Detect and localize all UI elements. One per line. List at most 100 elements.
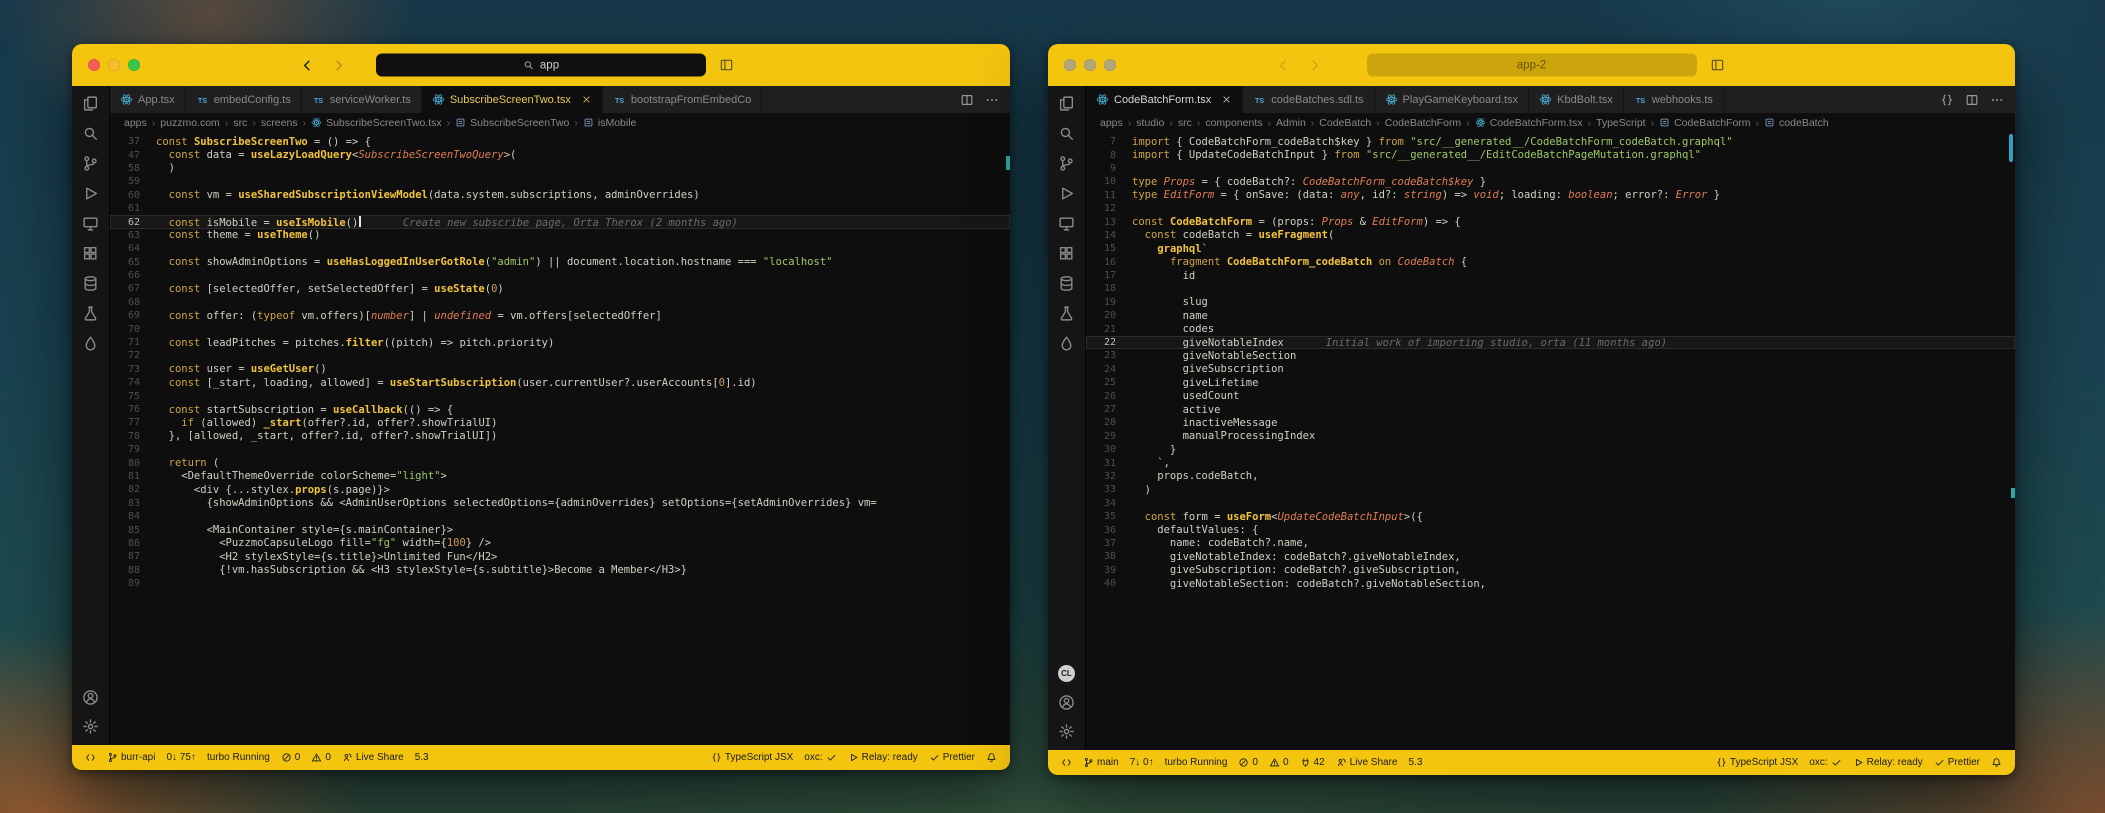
files-icon[interactable] bbox=[1058, 95, 1075, 112]
back-arrow-icon[interactable] bbox=[300, 58, 315, 73]
code-line[interactable]: 78 }, [allowed, _start, offer?.id, offer… bbox=[110, 430, 1010, 443]
settings-gear-icon[interactable] bbox=[1058, 723, 1075, 740]
tab[interactable]: TSbootstrapFromEmbedCo bbox=[603, 86, 762, 113]
remote-explorer-icon[interactable] bbox=[1058, 215, 1075, 232]
code-line[interactable]: 70 bbox=[110, 322, 1010, 335]
code-line[interactable]: 19 slug bbox=[1086, 296, 2015, 309]
code-line[interactable]: 23 giveNotableSection bbox=[1086, 349, 2015, 362]
more-actions-icon[interactable] bbox=[985, 93, 999, 107]
code-line[interactable]: 63 const theme = useTheme() bbox=[110, 229, 1010, 242]
code-line[interactable]: 71 const leadPitches = pitches.filter((p… bbox=[110, 336, 1010, 349]
zoom-window-button[interactable] bbox=[1104, 59, 1116, 71]
code-line[interactable]: 86 <PuzzmoCapsuleLogo fill="fg" width={1… bbox=[110, 537, 1010, 550]
code-line[interactable]: 69 const offer: (typeof vm.offers)[numbe… bbox=[110, 309, 1010, 322]
search-icon[interactable] bbox=[1058, 125, 1075, 142]
breadcrumb-item[interactable]: CodeBatchForm bbox=[1385, 117, 1461, 129]
forward-arrow-icon[interactable] bbox=[1307, 58, 1322, 73]
extensions-icon[interactable] bbox=[82, 245, 99, 262]
code-line[interactable]: 59 bbox=[110, 175, 1010, 188]
source-control-icon[interactable] bbox=[82, 155, 99, 172]
code-line[interactable]: 37 name: codeBatch?.name, bbox=[1086, 537, 2015, 550]
close-icon[interactable] bbox=[581, 94, 592, 105]
files-icon[interactable] bbox=[82, 95, 99, 112]
code-line[interactable]: 64 bbox=[110, 242, 1010, 255]
testing-icon[interactable] bbox=[1058, 305, 1075, 322]
run-debug-icon[interactable] bbox=[1058, 185, 1075, 202]
breadcrumb-item[interactable]: apps bbox=[1100, 117, 1123, 129]
code-line[interactable]: 26 usedCount bbox=[1086, 389, 2015, 402]
breadcrumb-item[interactable]: src bbox=[233, 117, 247, 129]
breadcrumb-item[interactable]: isMobile bbox=[583, 117, 637, 129]
forward-arrow-icon[interactable] bbox=[331, 58, 346, 73]
code-line[interactable]: 8import { UpdateCodeBatchInput } from "s… bbox=[1086, 148, 2015, 161]
code-line[interactable]: 22 giveNotableIndexInitial work of impor… bbox=[1086, 336, 2015, 349]
code-line[interactable]: 35 const form = useForm<UpdateCodeBatchI… bbox=[1086, 510, 2015, 523]
code-line[interactable]: 14 const codeBatch = useFragment( bbox=[1086, 229, 2015, 242]
split-editor-icon[interactable] bbox=[1965, 93, 1979, 107]
code-line[interactable]: 12 bbox=[1086, 202, 2015, 215]
breadcrumb-item[interactable]: CodeBatchForm bbox=[1659, 117, 1750, 129]
code-line[interactable]: 18 bbox=[1086, 282, 2015, 295]
breadcrumb-item[interactable]: studio bbox=[1136, 117, 1164, 129]
code-line[interactable]: 24 giveSubscription bbox=[1086, 363, 2015, 376]
tab[interactable]: SubscribeScreenTwo.tsx bbox=[422, 86, 603, 113]
tab[interactable]: App.tsx bbox=[110, 86, 186, 113]
tab[interactable]: CodeBatchForm.tsx bbox=[1086, 86, 1243, 113]
code-line[interactable]: 40 giveNotableSection: codeBatch?.giveNo… bbox=[1086, 577, 2015, 590]
notifications[interactable] bbox=[1986, 750, 2007, 775]
code-line[interactable]: 33 ) bbox=[1086, 483, 2015, 496]
code-line[interactable]: 75 bbox=[110, 389, 1010, 402]
breadcrumb-item[interactable]: SubscribeScreenTwo bbox=[455, 117, 569, 129]
close-icon[interactable] bbox=[1221, 94, 1232, 105]
code-line[interactable]: 13const CodeBatchForm = (props: Props & … bbox=[1086, 215, 2015, 228]
extensions-icon[interactable] bbox=[1058, 245, 1075, 262]
code-line[interactable]: 34 bbox=[1086, 497, 2015, 510]
code-line[interactable]: 83 {showAdminOptions && <AdminUserOption… bbox=[110, 497, 1010, 510]
code-line[interactable]: 74 const [_start, loading, allowed] = us… bbox=[110, 376, 1010, 389]
language-mode[interactable]: TypeScript JSX bbox=[1711, 750, 1803, 775]
code-line[interactable]: 61 bbox=[110, 202, 1010, 215]
account-icon[interactable] bbox=[82, 689, 99, 706]
code-line[interactable]: 21 codes bbox=[1086, 322, 2015, 335]
code-line[interactable]: 60 const vm = useSharedSubscriptionViewM… bbox=[110, 189, 1010, 202]
code-line[interactable]: 15 graphql` bbox=[1086, 242, 2015, 255]
database-icon[interactable] bbox=[82, 275, 99, 292]
remote-indicator[interactable] bbox=[1056, 750, 1077, 775]
tab[interactable]: TSembedConfig.ts bbox=[186, 86, 302, 113]
code-line[interactable]: 84 bbox=[110, 510, 1010, 523]
code-line[interactable]: 29 manualProcessingIndex bbox=[1086, 430, 2015, 443]
relay-status[interactable]: Relay: ready bbox=[1848, 750, 1928, 775]
code-line[interactable]: 80 return ( bbox=[110, 456, 1010, 469]
water-drop-icon[interactable] bbox=[82, 335, 99, 352]
sync-status[interactable]: 0↓ 75↑ bbox=[161, 745, 200, 770]
prettier-status[interactable]: Prettier bbox=[1929, 750, 1985, 775]
tab[interactable]: TSwebhooks.ts bbox=[1624, 86, 1724, 113]
breadcrumb-item[interactable]: src bbox=[1178, 117, 1192, 129]
code-line[interactable]: 9 bbox=[1086, 162, 2015, 175]
tab[interactable]: TSserviceWorker.ts bbox=[302, 86, 422, 113]
code-line[interactable]: 16 fragment CodeBatchForm_codeBatch on C… bbox=[1086, 256, 2015, 269]
turbo-status[interactable]: turbo Running bbox=[1160, 750, 1233, 775]
breadcrumb-item[interactable]: CodeBatchForm.tsx bbox=[1475, 117, 1583, 129]
code-line[interactable]: 58 ) bbox=[110, 162, 1010, 175]
code-line[interactable]: 27 active bbox=[1086, 403, 2015, 416]
breadcrumb-item[interactable]: codeBatch bbox=[1764, 117, 1829, 129]
code-line[interactable]: 85 <MainContainer style={s.mainContainer… bbox=[110, 523, 1010, 536]
code-line[interactable]: 39 giveSubscription: codeBatch?.giveSubs… bbox=[1086, 564, 2015, 577]
code-line[interactable]: 25 giveLifetime bbox=[1086, 376, 2015, 389]
live-share-status[interactable]: Live Share bbox=[1331, 750, 1403, 775]
version-status[interactable]: 5.3 bbox=[1403, 750, 1427, 775]
tab[interactable]: TScodeBatches.sdl.ts bbox=[1243, 86, 1374, 113]
code-line[interactable]: 36 defaultValues: { bbox=[1086, 523, 2015, 536]
code-line[interactable]: 87 <H2 stylexStyle={s.title}>Unlimited F… bbox=[110, 550, 1010, 563]
source-control-icon[interactable] bbox=[1058, 155, 1075, 172]
code-line[interactable]: 37const SubscribeScreenTwo = () => { bbox=[110, 135, 1010, 148]
tab[interactable]: KbdBolt.tsx bbox=[1529, 86, 1624, 113]
oxc-status[interactable]: oxc: bbox=[1804, 750, 1846, 775]
code-line[interactable]: 20 name bbox=[1086, 309, 2015, 322]
braces-icon[interactable] bbox=[1940, 93, 1954, 107]
code-line[interactable]: 68 bbox=[110, 296, 1010, 309]
remote-explorer-icon[interactable] bbox=[82, 215, 99, 232]
breadcrumb-item[interactable]: apps bbox=[124, 117, 147, 129]
code-line[interactable]: 10type Props = { codeBatch?: CodeBatchFo… bbox=[1086, 175, 2015, 188]
